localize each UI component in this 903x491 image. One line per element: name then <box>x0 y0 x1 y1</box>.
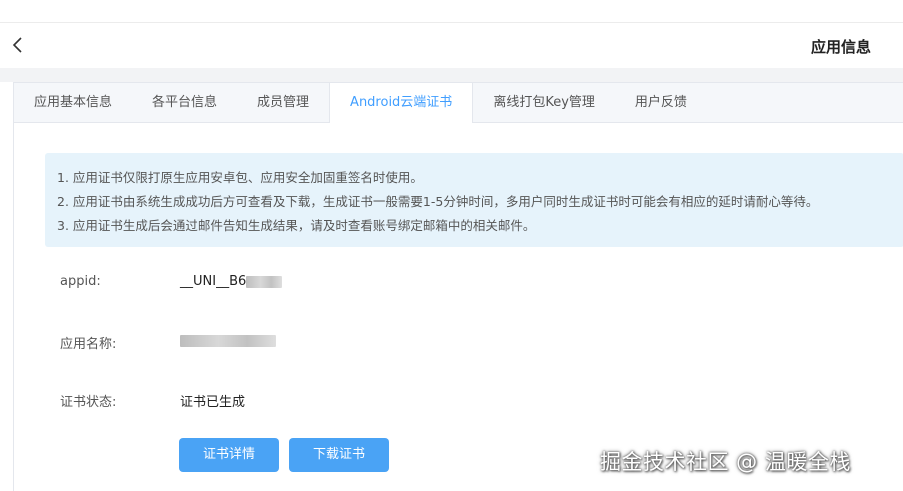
back-chevron-icon[interactable] <box>8 35 28 55</box>
tab-offline-package-key[interactable]: 离线打包Key管理 <box>473 83 615 122</box>
download-certificate-button[interactable]: 下载证书 <box>289 438 389 472</box>
header-bar: 应用信息 <box>0 23 903 68</box>
tab-android-cloud-certificate[interactable]: Android云端证书 <box>329 83 474 123</box>
certificate-status-value: 证书已生成 <box>180 395 246 410</box>
app-name-value <box>180 333 276 348</box>
info-notice: 1. 应用证书仅限打原生应用安卓包、应用安全加固重签名时使用。 2. 应用证书由… <box>45 153 903 247</box>
tab-member-management[interactable]: 成员管理 <box>237 83 329 122</box>
tab-bar: 应用基本信息 各平台信息 成员管理 Android云端证书 离线打包Key管理 … <box>14 82 903 123</box>
gray-separator <box>0 68 903 82</box>
redacted-block <box>246 275 283 288</box>
certificate-details-button[interactable]: 证书详情 <box>179 438 279 472</box>
tab-platform-info[interactable]: 各平台信息 <box>132 83 237 122</box>
page-title: 应用信息 <box>810 38 871 56</box>
redacted-block <box>180 334 276 347</box>
notice-line: 3. 应用证书生成后会通过邮件告知生成结果，请及时查看账号绑定邮箱中的相关邮件。 <box>57 218 536 233</box>
watermark: 掘金技术社区 @ 温暖全栈 <box>600 450 851 474</box>
certificate-status-label: 证书状态: <box>60 395 117 410</box>
tab-user-feedback[interactable]: 用户反馈 <box>615 83 707 122</box>
content-panel: 应用基本信息 各平台信息 成员管理 Android云端证书 离线打包Key管理 … <box>13 82 903 491</box>
appid-label: appid: <box>60 274 101 289</box>
tab-basic-info[interactable]: 应用基本信息 <box>14 83 132 122</box>
app-name-label: 应用名称: <box>60 337 117 352</box>
appid-text: __UNI__B6 <box>180 274 247 289</box>
appid-value: __UNI__B6 <box>180 274 283 289</box>
notice-line: 2. 应用证书由系统生成成功后方可查看及下载，生成证书一般需要1-5分钟时间，多… <box>57 194 819 209</box>
notice-line: 1. 应用证书仅限打原生应用安卓包、应用安全加固重签名时使用。 <box>57 170 423 185</box>
